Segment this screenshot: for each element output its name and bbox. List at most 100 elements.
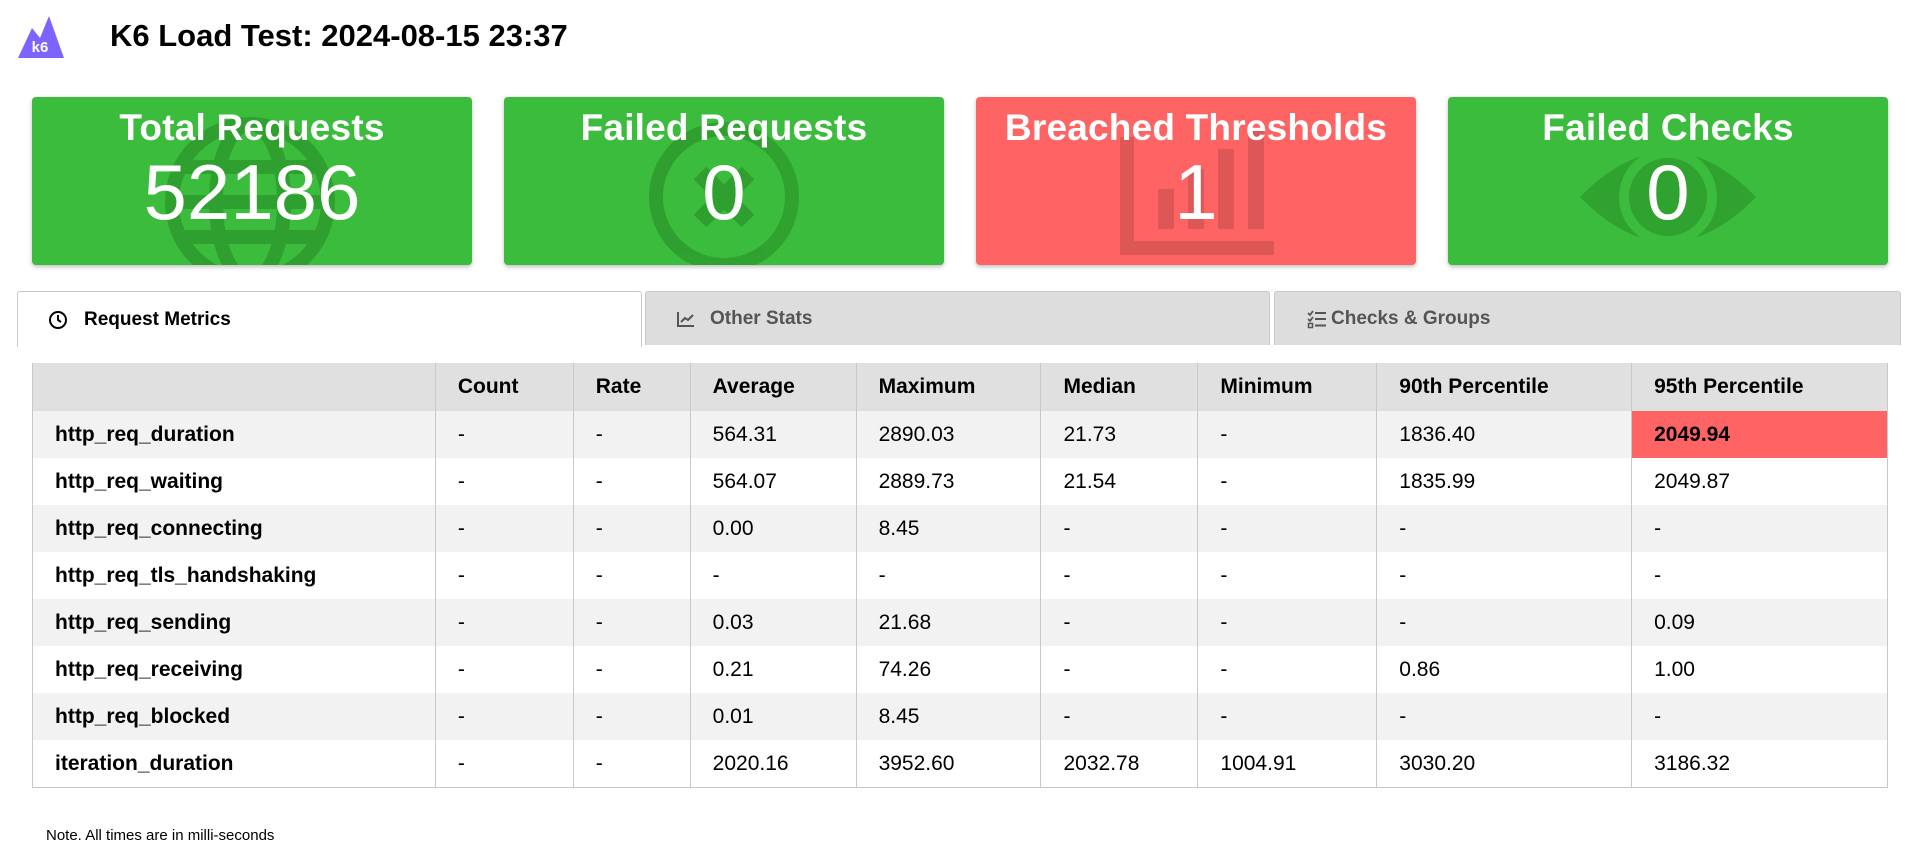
card-value: 0: [702, 148, 746, 236]
svg-text:k6: k6: [32, 39, 49, 56]
column-header: Minimum: [1197, 363, 1378, 411]
metric-value: 21.68: [855, 599, 1042, 646]
metric-value: -: [572, 505, 691, 552]
table-header-row: Count Rate Average Maximum Median Minimum 90th…: [32, 363, 1888, 411]
clock-icon: [49, 310, 67, 329]
column-header: Median: [1040, 363, 1199, 411]
metric-name: iteration_duration: [32, 740, 436, 788]
metric-name: http_req_sending: [32, 599, 436, 646]
metric-value: -: [1040, 599, 1199, 646]
metric-value: -: [434, 693, 574, 740]
card-value: 0: [1646, 148, 1690, 236]
metric-value: -: [434, 458, 574, 505]
metric-value: 3186.32: [1631, 740, 1888, 788]
metric-value: 21.54: [1040, 458, 1199, 505]
metric-value: 0.01: [689, 693, 857, 740]
metric-value: 3030.20: [1376, 740, 1633, 788]
k6-logo: k6: [16, 12, 66, 60]
card-title: Failed Checks: [1542, 107, 1794, 148]
table-row: http_req_receiving - -0.21 74.26- -0.86 1.00: [32, 646, 1888, 693]
metric-value: -: [434, 505, 574, 552]
table-row: http_req_blocked - -0.01 8.45- - - -: [32, 693, 1888, 740]
card-failed-requests: Failed Requests 0: [504, 97, 944, 265]
metric-value: -: [1376, 693, 1633, 740]
metric-value: -: [1376, 505, 1633, 552]
metric-value: -: [572, 411, 691, 458]
metric-value: -: [1197, 646, 1378, 693]
metric-value: 0.03: [689, 599, 857, 646]
table-row: http_req_tls_handshaking - - - - - - - -: [32, 552, 1888, 599]
page-header: k6 K6 Load Test: 2024-08-15 23:37: [16, 12, 568, 60]
column-header: Maximum: [855, 363, 1042, 411]
metric-name: http_req_duration: [32, 411, 436, 458]
metric-value: 2020.16: [689, 740, 857, 788]
tab-request-metrics[interactable]: Request Metrics: [17, 291, 642, 347]
column-header: 95th Percentile: [1631, 363, 1888, 411]
metric-value: -: [434, 411, 574, 458]
table-row: http_req_connecting - -0.00 8.45- - - -: [32, 505, 1888, 552]
column-header: Rate: [572, 363, 691, 411]
card-failed-checks: Failed Checks 0: [1448, 97, 1888, 265]
metric-value: -: [1197, 693, 1378, 740]
metric-value: 8.45: [855, 505, 1042, 552]
metric-value: -: [1376, 552, 1633, 599]
tab-checks-groups[interactable]: Checks & Groups: [1274, 291, 1901, 345]
table-row: http_req_duration - -564.31 2890.03 21.73-18…: [32, 411, 1888, 458]
line-chart-icon: [677, 311, 694, 327]
tab-bar: Request Metrics Other Stats Checks & Gro…: [17, 291, 1901, 347]
card-title: Failed Requests: [580, 107, 868, 148]
metric-value: 2032.78: [1040, 740, 1199, 788]
metric-value: -: [1631, 693, 1888, 740]
column-header: 90th Percentile: [1376, 363, 1633, 411]
metric-value: 8.45: [855, 693, 1042, 740]
page-title: K6 Load Test: 2024-08-15 23:37: [110, 18, 568, 53]
table-row: http_req_sending - -0.03 21.68- - -0.09: [32, 599, 1888, 646]
summary-cards: Total Requests 52186 Failed Requests 0 B…: [32, 97, 1888, 265]
card-title: Total Requests: [119, 107, 385, 148]
metric-value: -: [1040, 646, 1199, 693]
metric-value: -: [1040, 505, 1199, 552]
card-title: Breached Thresholds: [1004, 107, 1388, 148]
metric-value: -: [1197, 552, 1378, 599]
metric-name: http_req_waiting: [32, 458, 436, 505]
metric-value: -: [434, 552, 574, 599]
metric-value: 1835.99: [1376, 458, 1633, 505]
metric-value: -: [1197, 458, 1378, 505]
metric-value: 1836.40: [1376, 411, 1633, 458]
metric-name: http_req_receiving: [32, 646, 436, 693]
card-breached-thresholds: Breached Thresholds 1: [976, 97, 1416, 265]
metric-value: 0.21: [689, 646, 857, 693]
tab-other-stats[interactable]: Other Stats: [645, 291, 1270, 345]
metric-value: -: [572, 646, 691, 693]
metric-value: 3952.60: [855, 740, 1042, 788]
metric-value: -: [1197, 505, 1378, 552]
metric-value: 0.00: [689, 505, 857, 552]
metric-value: 564.07: [689, 458, 857, 505]
metric-value: -: [434, 740, 574, 788]
units-note: Note. All times are in milli-seconds: [46, 827, 275, 844]
metric-value: -: [1197, 599, 1378, 646]
tasks-icon: [1307, 309, 1326, 328]
breached-threshold-cell: 2049.94: [1631, 411, 1888, 458]
metric-name: http_req_connecting: [32, 505, 436, 552]
metric-value: -: [1376, 599, 1633, 646]
metric-value: 74.26: [855, 646, 1042, 693]
metric-value: 21.73: [1040, 411, 1199, 458]
metric-value: -: [572, 693, 691, 740]
metric-value: -: [855, 552, 1042, 599]
tab-label: Checks & Groups: [1331, 307, 1491, 329]
tab-label: Request Metrics: [84, 308, 231, 330]
metric-value: 2049.87: [1631, 458, 1888, 505]
metric-value: 2889.73: [855, 458, 1042, 505]
request-metrics-table: Count Rate Average Maximum Median Minimum 90th…: [32, 363, 1888, 788]
metric-value: 2890.03: [855, 411, 1042, 458]
column-header: Average: [689, 363, 857, 411]
metric-value: -: [689, 552, 857, 599]
metric-value: -: [572, 552, 691, 599]
metric-value: -: [434, 599, 574, 646]
metric-value: -: [572, 458, 691, 505]
metric-value: 1004.91: [1197, 740, 1378, 788]
metric-name: http_req_blocked: [32, 693, 436, 740]
card-value: 1: [1174, 148, 1218, 236]
metric-value: 564.31: [689, 411, 857, 458]
